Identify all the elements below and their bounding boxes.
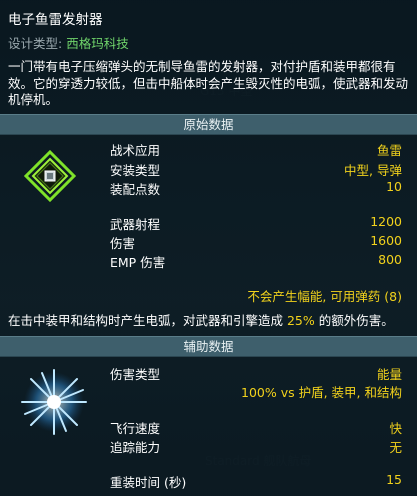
stat-row: EMP 伤害 800: [110, 252, 402, 271]
stat-value: 快: [389, 421, 402, 436]
stat-value: 10: [386, 179, 402, 194]
stat-label: 伤害: [110, 236, 136, 251]
weapon-name: 电子鱼雷发射器: [8, 12, 103, 28]
stat-row: 安装类型 中型, 导弹: [110, 160, 402, 179]
stat-label: 安装类型: [110, 163, 161, 178]
stat-label: 装配点数: [110, 182, 161, 197]
flux-note: 不会产生幅能, 可用弹药 (8): [247, 289, 402, 304]
stat-value: 鱼雷: [376, 143, 402, 158]
stat-label: 武器射程: [110, 217, 161, 232]
stat-row: 追踪能力 无: [110, 437, 402, 456]
section-header-secondary: 辅助数据: [0, 336, 417, 357]
stat-value: 中型, 导弹: [344, 163, 402, 178]
stat-label: 战术应用: [110, 143, 161, 158]
stat-value: 无: [389, 440, 402, 455]
design-type: 设计类型: 西格玛科技: [8, 33, 129, 52]
effect-note-percent: 25%: [286, 313, 315, 328]
energy-burst-icon: [18, 366, 90, 438]
stat-row: 伤害 1600: [110, 233, 402, 252]
damage-type-value: 能量: [376, 367, 402, 382]
stat-value: 15: [386, 472, 402, 487]
damage-type-row: 伤害类型 能量: [110, 364, 402, 383]
design-type-label: 设计类型:: [8, 36, 63, 51]
stat-row: 飞行速度 快: [110, 418, 402, 437]
stat-row: 装配点数 10: [110, 179, 402, 198]
effect-note: 在击中装甲和结构时产生电弧，对武器和引擎造成 25% 的额外伤害。: [8, 310, 394, 329]
stat-value: 1200: [370, 214, 402, 229]
damage-type-label: 伤害类型: [110, 367, 161, 382]
stat-value: 1600: [370, 233, 402, 248]
stat-label: 追踪能力: [110, 440, 161, 455]
stat-label: 重装时间 (秒): [110, 475, 187, 490]
section-header-primary: 原始数据: [0, 114, 417, 135]
effect-note-suffix: 的额外伤害。: [314, 313, 394, 328]
stat-label: EMP 伤害: [110, 255, 166, 270]
stat-row: 武器射程 1200: [110, 214, 402, 233]
weapon-tooltip-panel: 电子鱼雷发射器 设计类型: 西格玛科技 一门带有电子压缩弹头的无制导鱼雷的发射器…: [0, 0, 417, 496]
design-type-value: 西格玛科技: [66, 36, 129, 51]
weapon-description: 一门带有电子压缩弹头的无制导鱼雷的发射器，对付护盾和装甲都很有效。它的穿透力较低…: [8, 59, 409, 107]
damage-modifier: 100% vs 护盾, 装甲, 和结构: [241, 385, 402, 400]
stat-row: 重装时间 (秒) 15: [110, 472, 402, 491]
stat-row: 战术应用 鱼雷: [110, 140, 402, 159]
electronic-torpedo-icon: [23, 149, 77, 203]
stat-value: 800: [378, 252, 402, 267]
effect-note-prefix: 在击中装甲和结构时产生电弧，对武器和引擎造成: [8, 313, 287, 328]
stat-label: 飞行速度: [110, 421, 161, 436]
